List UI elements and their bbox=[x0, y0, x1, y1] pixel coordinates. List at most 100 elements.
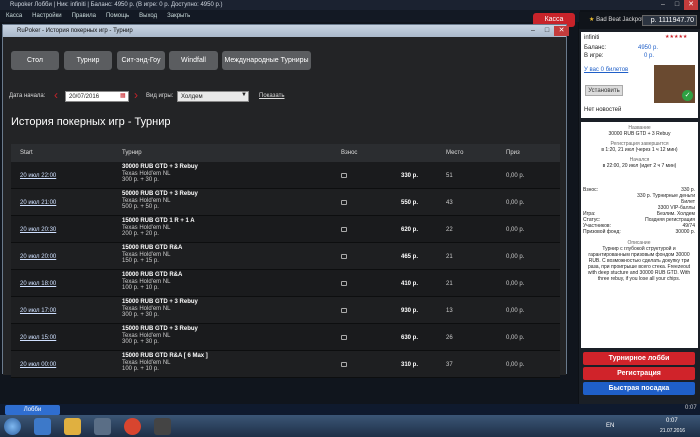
table-row[interactable]: 20 июл 20:30 15000 RUB GTD 1 R + 1 A Texas… bbox=[11, 216, 560, 243]
row-place: 21 bbox=[446, 254, 453, 260]
row-date[interactable]: 20 июл 18:00 bbox=[20, 281, 56, 287]
calendar-icon[interactable]: ▦ bbox=[120, 92, 126, 99]
row-buyin: 630 р. bbox=[401, 335, 419, 341]
table-row[interactable]: 20 июл 00:00 15000 RUB GTD R&A [ 6 Max ] T… bbox=[11, 351, 560, 378]
game-type-select[interactable]: Холдем bbox=[177, 91, 249, 102]
buyin-icon bbox=[341, 227, 347, 232]
row-prize: 0,00 р. bbox=[506, 281, 525, 287]
row-place: 51 bbox=[446, 173, 453, 179]
menu-exit[interactable]: Выход bbox=[139, 10, 157, 22]
row-buyin: 620 р. bbox=[401, 227, 419, 233]
row-fee: 500 р. + 50 р. bbox=[122, 204, 159, 210]
poker-icon[interactable] bbox=[154, 418, 171, 435]
show-link[interactable]: Показать bbox=[259, 93, 285, 99]
balance-value: 4950 р. bbox=[638, 45, 659, 51]
lobby-button[interactable]: Лобби bbox=[5, 405, 60, 415]
row-fee: 200 р. + 20 р. bbox=[122, 231, 159, 237]
row-tournament-name: 15000 RUB GTD R&A [ 6 Max ] bbox=[122, 353, 208, 359]
install-button[interactable]: Установить bbox=[585, 85, 623, 96]
table-row[interactable]: 20 июл 22:00 30000 RUB GTD + 3 Rebuy Texas… bbox=[11, 162, 560, 189]
row-buyin: 330 р. bbox=[401, 173, 419, 179]
start-icon[interactable] bbox=[4, 418, 21, 435]
prize-value: 30000 р. bbox=[675, 229, 695, 235]
next-date-icon[interactable]: › bbox=[134, 88, 138, 102]
menu-settings[interactable]: Настройки bbox=[32, 10, 61, 22]
media-icon[interactable] bbox=[94, 418, 111, 435]
maximize-icon[interactable]: □ bbox=[670, 0, 684, 10]
menu-close[interactable]: Закрыть bbox=[167, 10, 190, 22]
menu-kassa[interactable]: Касса bbox=[6, 10, 22, 22]
tab-sit-and-go[interactable]: Сит-энд-Гоу bbox=[117, 51, 165, 70]
table-row[interactable]: 20 июл 18:00 10000 RUB GTD R&A Texas Hold'… bbox=[11, 270, 560, 297]
register-button[interactable]: Регистрация bbox=[583, 367, 695, 380]
row-buyin: 550 р. bbox=[401, 200, 419, 206]
row-date[interactable]: 20 июл 20:30 bbox=[20, 227, 56, 233]
ingame-label: В игре: bbox=[584, 53, 604, 59]
row-date[interactable]: 20 июл 15:00 bbox=[20, 335, 56, 341]
row-date[interactable]: 20 июл 00:00 bbox=[20, 362, 56, 368]
tab-tournament[interactable]: Турнир bbox=[64, 51, 112, 70]
table-row[interactable]: 20 июл 17:00 15000 RUB GTD + 3 Rebuy Texas… bbox=[11, 297, 560, 324]
desc-text: Турнир с глубокой структурой и гарантиро… bbox=[587, 246, 691, 282]
clock-date[interactable]: 21.07.2016 bbox=[660, 428, 685, 434]
tour-name: 30000 RUB GTD + 3 Rebuy bbox=[608, 131, 671, 137]
prev-date-icon[interactable]: ‹ bbox=[54, 88, 58, 102]
buyin-icon bbox=[341, 362, 347, 367]
table-row[interactable]: 20 июл 21:00 50000 RUB GTD + 3 Rebuy Texas… bbox=[11, 189, 560, 216]
menu-rules[interactable]: Правила bbox=[72, 10, 96, 22]
row-date[interactable]: 20 июл 17:00 bbox=[20, 308, 56, 314]
tickets-link[interactable]: У вас 0 билетов bbox=[584, 67, 628, 73]
row-date[interactable]: 20 июл 21:00 bbox=[20, 200, 56, 206]
menu-help[interactable]: Помощь bbox=[106, 10, 129, 22]
news-text: Нет новостей bbox=[584, 107, 622, 113]
tab-table[interactable]: Стол bbox=[11, 51, 59, 70]
buyin-icon bbox=[341, 173, 347, 178]
clock-time[interactable]: 0:07 bbox=[666, 418, 678, 424]
maximize-icon[interactable]: □ bbox=[540, 26, 554, 36]
row-buyin: 410 р. bbox=[401, 281, 419, 287]
row-date[interactable]: 20 июл 20:00 bbox=[20, 254, 56, 260]
col-tournament: Турнир bbox=[122, 150, 142, 156]
history-table: Start Турнир Взнос Место Приз 20 июл 22:… bbox=[11, 144, 560, 378]
table-row[interactable]: 20 июл 15:00 15000 RUB GTD + 3 Rebuy Texas… bbox=[11, 324, 560, 351]
buyin-icon bbox=[341, 335, 347, 340]
minimize-icon[interactable]: – bbox=[656, 0, 670, 10]
tab-international[interactable]: Международные Турниры bbox=[222, 51, 311, 70]
game-type-label: Вид игры: bbox=[146, 93, 174, 99]
ie-icon[interactable] bbox=[34, 418, 51, 435]
lobby-title-bar: Rupoker Лобби | Ник: infiniti | Баланс: … bbox=[0, 0, 700, 10]
page-title: История покерных игр - Турнир bbox=[11, 116, 171, 128]
row-tournament-name: 10000 RUB GTD R&A bbox=[122, 272, 183, 278]
history-body: Стол Турнир Сит-энд-Гоу Windfall Междуна… bbox=[3, 37, 566, 378]
col-buyin: Взнос bbox=[341, 150, 358, 156]
row-date[interactable]: 20 июл 22:00 bbox=[20, 173, 56, 179]
row-place: 43 bbox=[446, 200, 453, 206]
row-fee: 150 р. + 15 р. bbox=[122, 258, 159, 264]
chrome-icon[interactable] bbox=[124, 418, 141, 435]
fast-seat-button[interactable]: Быстрая посадка bbox=[583, 382, 695, 395]
jackpot-label: Bad Beat Jackpot bbox=[596, 17, 644, 23]
minimize-icon[interactable]: – bbox=[526, 26, 540, 36]
lobby-menu: Касса Настройки Правила Помощь Выход Зак… bbox=[0, 10, 580, 22]
close-icon[interactable]: ✕ bbox=[554, 26, 569, 36]
news-box: Нет новостей bbox=[581, 104, 698, 116]
history-window-controls: – □ ✕ bbox=[526, 26, 569, 36]
date-label: Дата начала: bbox=[9, 93, 46, 99]
tournament-lobby-button[interactable]: Турнирное лобби bbox=[583, 352, 695, 365]
buyin-icon bbox=[341, 200, 347, 205]
row-prize: 0,00 р. bbox=[506, 335, 525, 341]
row-tournament-name: 15000 RUB GTD + 3 Rebuy bbox=[122, 299, 198, 305]
lobby-tab-strip bbox=[0, 404, 700, 415]
chevron-down-icon[interactable]: ▼ bbox=[241, 92, 247, 98]
ingame-value: 0 р. bbox=[644, 53, 655, 59]
language-indicator[interactable]: EN bbox=[606, 423, 614, 429]
reg-value: в 1:20, 21 июл (через 1 ч 12 мин) bbox=[601, 147, 678, 153]
row-place: 26 bbox=[446, 335, 453, 341]
explorer-icon[interactable] bbox=[64, 418, 81, 435]
rating-stars: ★★★★★ bbox=[665, 34, 688, 40]
table-row[interactable]: 20 июл 20:00 15000 RUB GTD R&A Texas Hold'… bbox=[11, 243, 560, 270]
tournament-info: Название 30000 RUB GTD + 3 Rebuy Регистр… bbox=[581, 122, 698, 348]
tab-windfall[interactable]: Windfall bbox=[169, 51, 218, 70]
close-icon[interactable]: ✕ bbox=[684, 0, 698, 10]
buyin-label: Взнос: bbox=[583, 187, 599, 193]
